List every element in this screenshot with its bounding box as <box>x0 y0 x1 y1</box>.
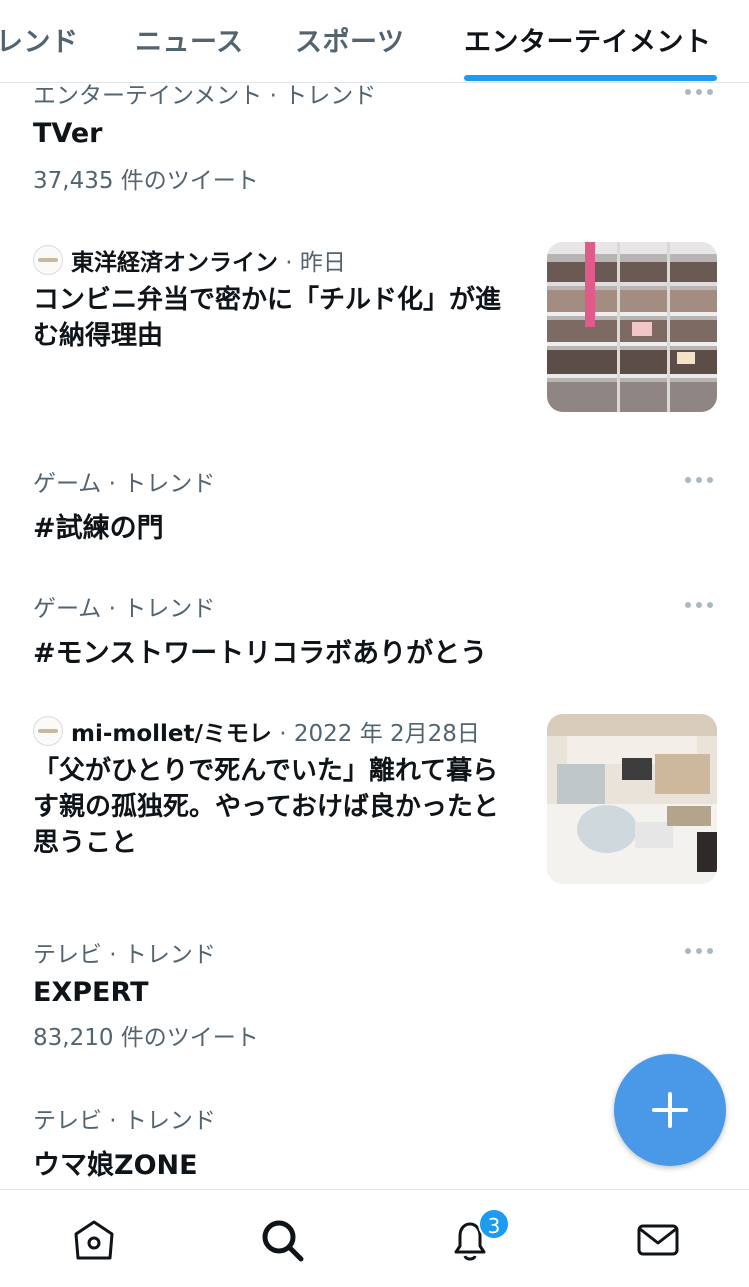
top-tab-bar: レンド ニュース スポーツ エンターテイメント <box>0 0 749 83</box>
trend-category: ゲーム · トレンド <box>33 471 216 497</box>
source-time: · 昨日 <box>278 250 346 276</box>
source-name: mi-mollet/ミモレ <box>71 721 272 747</box>
bottom-navigation <box>0 1189 749 1287</box>
home-icon <box>74 1220 114 1260</box>
tweet-count: 37,435 件のツイート <box>33 168 259 194</box>
news-source-row: 東洋経済オンライン · 昨日 <box>33 243 346 277</box>
tweet-count: 83,210 件のツイート <box>33 1025 259 1051</box>
search-icon <box>262 1220 304 1262</box>
nav-search-button[interactable] <box>258 1216 306 1264</box>
convenience-store-shelves-photo <box>547 242 717 412</box>
notification-count-badge: 3 <box>478 1208 510 1240</box>
trend-item-tver[interactable]: エンターテインメント · トレンド TVer 37,435 件のツイート <box>0 83 749 196</box>
more-options-icon[interactable] <box>685 947 715 955</box>
trend-item-expert[interactable]: テレビ · トレンド EXPERT 83,210 件のツイート <box>0 929 749 1059</box>
tab-entertainment[interactable]: エンターテイメント <box>464 20 712 59</box>
source-name: 東洋経済オンライン <box>71 250 278 276</box>
trend-title: ウマ娘ZONE <box>33 1150 198 1181</box>
news-source-row: mi-mollet/ミモレ · 2022 年 2月28日 <box>33 714 480 748</box>
trend-category: ゲーム · トレンド <box>33 596 216 622</box>
nav-messages-button[interactable] <box>634 1216 682 1264</box>
news-title: コンビニ弁当で密かに「チルド化」が進む納得理由 <box>33 285 502 351</box>
source-logo <box>33 716 63 746</box>
trend-title: #試練の門 <box>33 513 164 544</box>
tab-news[interactable]: ニュース <box>135 20 244 59</box>
more-options-icon[interactable] <box>685 601 715 609</box>
nav-home-button[interactable] <box>70 1216 118 1264</box>
trend-title: TVer <box>33 118 103 149</box>
trend-item-shiren-no-mon[interactable]: ゲーム · トレンド #試練の門 <box>0 458 749 568</box>
news-thumbnail[interactable] <box>547 242 717 412</box>
source-logo <box>33 245 63 275</box>
tab-trending[interactable]: レンド <box>0 20 79 59</box>
explore-feed: エンターテインメント · トレンド TVer 37,435 件のツイート 東洋経… <box>0 83 749 1189</box>
messages-icon <box>637 1224 679 1256</box>
more-options-icon[interactable] <box>685 88 715 96</box>
news-title: 「父がひとりで死んでいた」離れて暮らす親の孤独死。やっておけば良かったと思うこと <box>33 756 499 858</box>
trend-category: テレビ · トレンド <box>33 942 216 968</box>
active-tab-indicator <box>464 75 717 81</box>
trend-title: #モンストワートリコラボありがとう <box>33 638 488 669</box>
trend-item-monst-collab[interactable]: ゲーム · トレンド #モンストワートリコラボありがとう <box>0 583 749 693</box>
trend-title: EXPERT <box>33 977 149 1008</box>
news-item-lonely-death[interactable]: mi-mollet/ミモレ · 2022 年 2月28日 「父がひとりで死んでい… <box>0 709 749 899</box>
more-options-icon[interactable] <box>685 476 715 484</box>
compose-tweet-button[interactable] <box>614 1054 726 1166</box>
news-item-convenience-bento[interactable]: 東洋経済オンライン · 昨日 コンビニ弁当で密かに「チルド化」が進む納得理由 <box>0 238 749 418</box>
source-time: · 2022 年 2月28日 <box>271 721 480 747</box>
trend-category: テレビ · トレンド <box>33 1108 216 1134</box>
news-thumbnail[interactable] <box>547 714 717 884</box>
tab-sports[interactable]: スポーツ <box>295 20 404 59</box>
living-room-interior-photo <box>547 714 717 884</box>
trend-category: エンターテインメント · トレンド <box>33 83 377 109</box>
